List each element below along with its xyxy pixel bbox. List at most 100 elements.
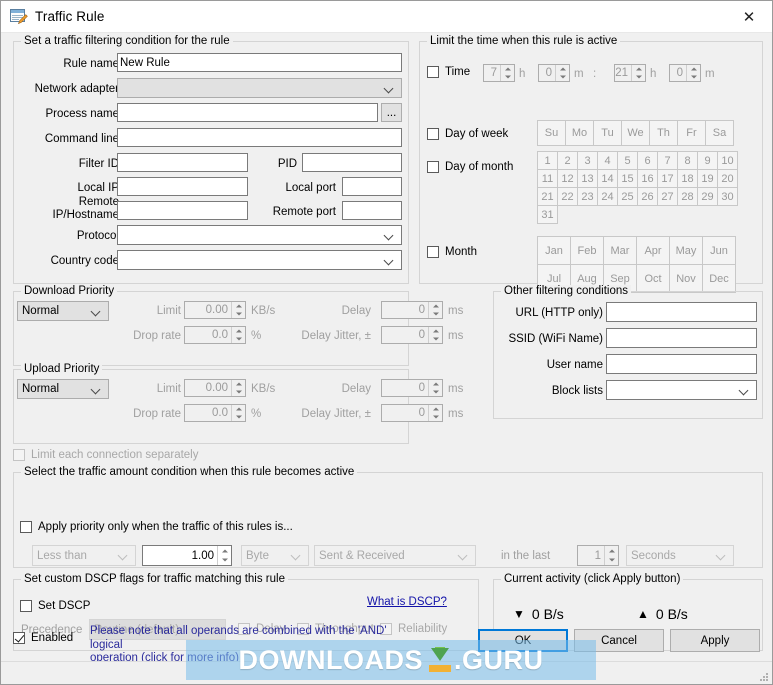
day-of-week-cell[interactable]: Fr xyxy=(677,120,706,146)
download-limit-spinner[interactable]: 0.00 xyxy=(184,301,246,319)
day-of-month-cell[interactable]: 7 xyxy=(657,151,678,170)
month-cell[interactable]: Mar xyxy=(603,236,637,265)
ssid-input[interactable] xyxy=(606,328,757,348)
day-of-month-cell[interactable]: 9 xyxy=(697,151,718,170)
period-value-spinner[interactable]: 1 xyxy=(577,545,619,566)
day-of-month-cell[interactable]: 31 xyxy=(537,205,558,224)
day-of-month-cell[interactable]: 16 xyxy=(637,169,658,188)
protocol-select[interactable] xyxy=(117,225,402,245)
day-of-month-checkbox[interactable]: Day of month xyxy=(427,161,513,173)
spinner-arrows[interactable] xyxy=(231,380,245,396)
day-of-month-cell[interactable]: 13 xyxy=(577,169,598,188)
time-checkbox[interactable]: Time xyxy=(427,66,470,78)
download-delay-spinner[interactable]: 0 xyxy=(381,301,443,319)
day-of-month-cell[interactable]: 1 xyxy=(537,151,558,170)
day-of-month-cell[interactable]: 22 xyxy=(557,187,578,206)
month-cell[interactable]: Nov xyxy=(669,264,703,293)
command-line-input[interactable] xyxy=(117,128,402,147)
apply-priority-checkbox[interactable]: Apply priority only when the traffic of … xyxy=(20,521,293,533)
upload-drop-spinner[interactable]: 0.0 xyxy=(184,404,246,422)
day-of-month-cell[interactable]: 11 xyxy=(537,169,558,188)
remote-ip-input[interactable] xyxy=(117,201,248,220)
day-of-month-cell[interactable]: 18 xyxy=(677,169,698,188)
rule-name-input[interactable] xyxy=(117,53,402,72)
day-of-month-cell[interactable]: 30 xyxy=(717,187,738,206)
day-of-week-checkbox[interactable]: Day of week xyxy=(427,128,508,140)
month-cell[interactable]: Feb xyxy=(570,236,604,265)
month-cell[interactable]: Apr xyxy=(636,236,670,265)
spinner-arrows[interactable] xyxy=(231,327,245,343)
download-drop-spinner[interactable]: 0.0 xyxy=(184,326,246,344)
day-of-month-cell[interactable]: 24 xyxy=(597,187,618,206)
what-is-dscp-link[interactable]: What is DSCP? xyxy=(367,596,447,608)
day-of-month-cell[interactable]: 26 xyxy=(637,187,658,206)
process-name-input[interactable] xyxy=(117,103,378,122)
ok-button[interactable]: OK xyxy=(478,629,568,652)
month-cell[interactable]: Dec xyxy=(702,264,736,293)
spinner-arrows[interactable] xyxy=(428,327,442,343)
day-of-week-cell[interactable]: We xyxy=(621,120,650,146)
day-of-month-cell[interactable]: 25 xyxy=(617,187,638,206)
upload-limit-spinner[interactable]: 0.00 xyxy=(184,379,246,397)
month-checkbox[interactable]: Month xyxy=(427,246,477,258)
time-to-hour-spinner[interactable]: 21 xyxy=(614,64,646,82)
day-of-month-cell[interactable]: 10 xyxy=(717,151,738,170)
local-ip-input[interactable] xyxy=(117,177,248,196)
apply-button[interactable]: Apply xyxy=(670,629,760,652)
upload-priority-select[interactable]: Normal xyxy=(17,379,109,399)
spinner-arrows[interactable] xyxy=(428,405,442,421)
block-lists-select[interactable] xyxy=(606,380,757,400)
and-logic-note[interactable]: Please note that all operands are combin… xyxy=(90,625,402,666)
day-of-month-cell[interactable]: 21 xyxy=(537,187,558,206)
day-of-month-cell[interactable]: 29 xyxy=(697,187,718,206)
amount-direction-select[interactable]: Sent & Received xyxy=(314,545,476,566)
day-of-week-grid[interactable]: Su Mo Tu We Th Fr Sa xyxy=(537,120,735,146)
amount-comparison-select[interactable]: Less than xyxy=(32,545,136,566)
day-of-month-cell[interactable]: 17 xyxy=(657,169,678,188)
month-cell[interactable]: Jun xyxy=(702,236,736,265)
day-of-month-cell[interactable]: 4 xyxy=(597,151,618,170)
time-from-minute-spinner[interactable]: 0 xyxy=(538,64,570,82)
process-browse-button[interactable]: ... xyxy=(381,103,402,122)
close-icon[interactable]: ✕ xyxy=(726,1,772,32)
user-name-input[interactable] xyxy=(606,354,757,374)
enabled-checkbox[interactable]: Enabled xyxy=(13,632,73,644)
day-of-month-cell[interactable]: 14 xyxy=(597,169,618,188)
month-cell[interactable]: Oct xyxy=(636,264,670,293)
resize-grip[interactable] xyxy=(757,670,768,681)
spinner-arrows[interactable] xyxy=(217,546,231,565)
remote-port-input[interactable] xyxy=(342,201,402,220)
spinner-arrows[interactable] xyxy=(231,302,245,318)
limit-each-connection-checkbox[interactable]: Limit each connection separately xyxy=(13,449,199,461)
download-priority-select[interactable]: Normal xyxy=(17,301,109,321)
country-code-select[interactable] xyxy=(117,250,402,270)
day-of-month-cell[interactable]: 23 xyxy=(577,187,598,206)
day-of-week-cell[interactable]: Sa xyxy=(705,120,734,146)
day-of-month-cell[interactable]: 3 xyxy=(577,151,598,170)
spinner-arrows[interactable] xyxy=(604,546,618,565)
spinner-arrows[interactable] xyxy=(686,65,700,81)
network-adapter-select[interactable] xyxy=(117,78,402,98)
month-cell[interactable]: Jan xyxy=(537,236,571,265)
day-of-month-cell[interactable]: 27 xyxy=(657,187,678,206)
day-of-month-cell[interactable]: 12 xyxy=(557,169,578,188)
filter-id-input[interactable] xyxy=(117,153,248,172)
day-of-week-cell[interactable]: Th xyxy=(649,120,678,146)
day-of-month-cell[interactable]: 20 xyxy=(717,169,738,188)
url-input[interactable] xyxy=(606,302,757,322)
day-of-month-grid[interactable]: 1 2 3 4 5 6 7 8 9 10 11 12 13 14 15 16 17 18 19 20 21 22 23 24 2… xyxy=(537,151,739,224)
download-jitter-spinner[interactable]: 0 xyxy=(381,326,443,344)
spinner-arrows[interactable] xyxy=(631,65,645,81)
spinner-arrows[interactable] xyxy=(428,302,442,318)
day-of-month-cell[interactable]: 2 xyxy=(557,151,578,170)
day-of-month-cell[interactable]: 28 xyxy=(677,187,698,206)
day-of-month-cell[interactable]: 15 xyxy=(617,169,638,188)
set-dscp-checkbox[interactable]: Set DSCP xyxy=(20,600,90,612)
day-of-week-cell[interactable]: Mo xyxy=(565,120,594,146)
day-of-month-cell[interactable]: 5 xyxy=(617,151,638,170)
day-of-month-cell[interactable]: 6 xyxy=(637,151,658,170)
period-unit-select[interactable]: Seconds xyxy=(626,545,734,566)
day-of-week-cell[interactable]: Tu xyxy=(593,120,622,146)
spinner-arrows[interactable] xyxy=(555,65,569,81)
amount-unit-select[interactable]: Byte xyxy=(241,545,309,566)
